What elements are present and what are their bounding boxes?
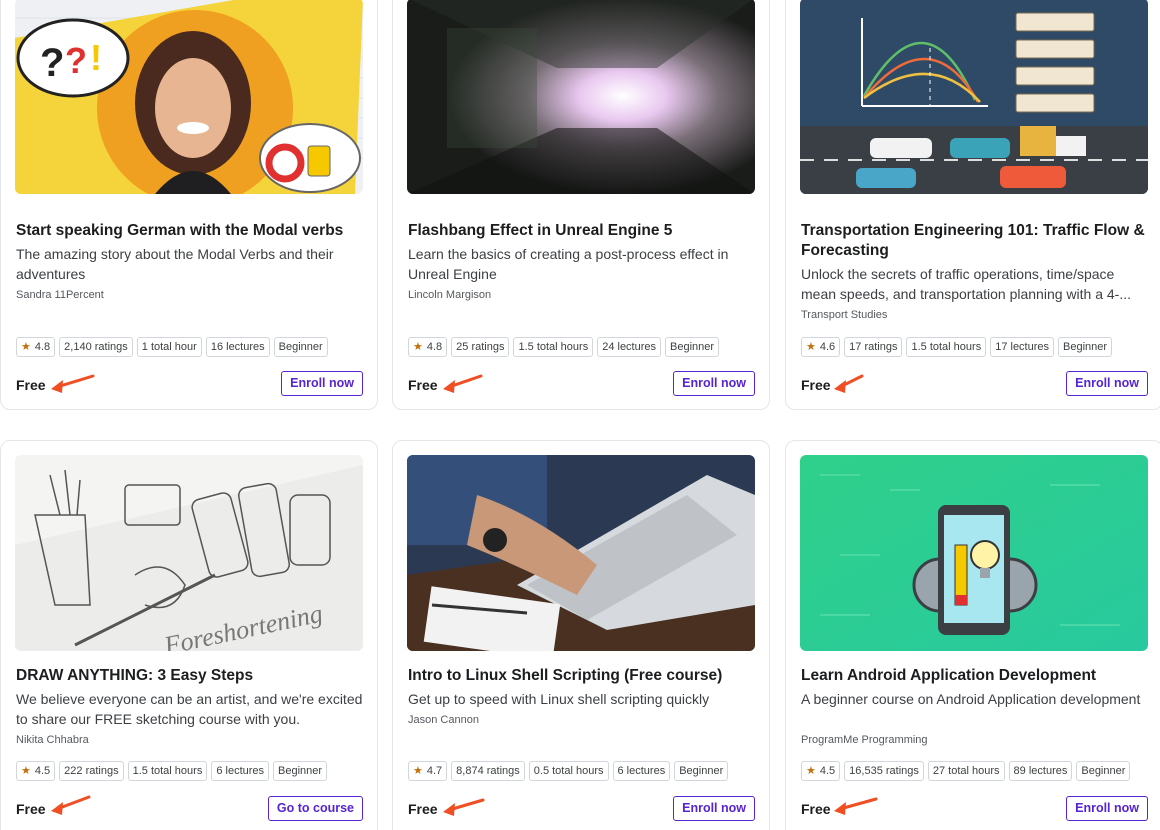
rating-value: 4.7 bbox=[426, 765, 443, 777]
course-card[interactable]: Foreshortening DRAW ANYTHING: 3 Easy Ste… bbox=[0, 440, 378, 830]
red-arrow-annotation-icon bbox=[834, 797, 878, 815]
level-badge: Beginner bbox=[1058, 337, 1113, 357]
course-price: Free bbox=[16, 377, 46, 393]
star-icon: ★ bbox=[806, 765, 816, 777]
red-arrow-annotation-icon bbox=[443, 374, 483, 393]
duration-badge: 27 total hours bbox=[927, 761, 1005, 781]
svg-text:!: ! bbox=[90, 37, 102, 78]
course-author: ProgramMe Programming bbox=[801, 734, 928, 746]
ratings-count-badge: 8,874 ratings bbox=[451, 761, 525, 781]
rating-value: 4.5 bbox=[819, 765, 836, 777]
star-icon: ★ bbox=[413, 341, 423, 353]
course-badges: ★ 4.8 2,140 ratings 1 total hour 16 lectu… bbox=[16, 337, 328, 357]
course-badges: ★ 4.5 222 ratings 1.5 total hours 6 lectu… bbox=[16, 761, 328, 781]
star-icon: ★ bbox=[413, 765, 423, 777]
course-thumbnail[interactable] bbox=[800, 0, 1148, 194]
course-price: Free bbox=[801, 377, 831, 393]
course-description: Get up to speed with Linux shell scripti… bbox=[408, 691, 710, 707]
course-badges: ★ 4.8 25 ratings 1.5 total hours 24 lectu… bbox=[408, 337, 720, 357]
rating-value: 4.5 bbox=[34, 765, 51, 777]
course-author: Nikita Chhabra bbox=[16, 734, 89, 746]
rating-badge: ★ 4.8 bbox=[16, 337, 56, 357]
ratings-count-badge: 16,535 ratings bbox=[844, 761, 924, 781]
course-price: Free bbox=[408, 801, 438, 817]
rating-badge: ★ 4.8 bbox=[408, 337, 448, 357]
enroll-button[interactable]: Enroll now bbox=[673, 371, 755, 396]
course-title[interactable]: Transportation Engineering 101: Traffic … bbox=[801, 221, 1151, 261]
level-badge: Beginner bbox=[273, 761, 328, 781]
svg-text:?: ? bbox=[65, 40, 87, 81]
course-title[interactable]: Intro to Linux Shell Scripting (Free cou… bbox=[408, 666, 758, 686]
lectures-badge: 6 lectures bbox=[612, 761, 671, 781]
ratings-count-badge: 25 ratings bbox=[451, 337, 510, 357]
course-thumbnail[interactable]: ? ? ! bbox=[15, 0, 363, 194]
course-badges: ★ 4.6 17 ratings 1.5 total hours 17 lectu… bbox=[801, 337, 1113, 357]
duration-badge: 1.5 total hours bbox=[906, 337, 987, 357]
red-arrow-annotation-icon bbox=[834, 374, 864, 393]
course-description: The amazing story about the Modal Verbs … bbox=[16, 246, 334, 282]
rating-badge: ★ 4.7 bbox=[408, 761, 448, 781]
course-description: Unlock the secrets of traffic operations… bbox=[801, 266, 1131, 302]
course-author: Transport Studies bbox=[801, 309, 888, 321]
enroll-button[interactable]: Enroll now bbox=[1066, 371, 1148, 396]
course-thumbnail[interactable] bbox=[800, 455, 1148, 651]
red-arrow-annotation-icon bbox=[51, 795, 91, 815]
rating-badge: ★ 4.6 bbox=[801, 337, 841, 357]
course-card[interactable]: Learn Android Application Development A … bbox=[785, 440, 1160, 830]
rating-value: 4.8 bbox=[34, 341, 51, 353]
course-badges: ★ 4.5 16,535 ratings 27 total hours 89 le… bbox=[801, 761, 1131, 781]
course-thumbnail[interactable] bbox=[407, 0, 755, 194]
course-thumbnail[interactable]: Foreshortening bbox=[15, 455, 363, 651]
ratings-count-badge: 17 ratings bbox=[844, 337, 903, 357]
course-price: Free bbox=[408, 377, 438, 393]
course-description: We believe everyone can be an artist, an… bbox=[16, 691, 363, 727]
course-price: Free bbox=[801, 801, 831, 817]
rating-badge: ★ 4.5 bbox=[801, 761, 841, 781]
red-arrow-annotation-icon bbox=[443, 798, 485, 816]
course-title[interactable]: Learn Android Application Development bbox=[801, 666, 1151, 686]
course-title[interactable]: Flashbang Effect in Unreal Engine 5 bbox=[408, 221, 758, 241]
course-description: A beginner course on Android Application… bbox=[801, 691, 1141, 707]
star-icon: ★ bbox=[806, 341, 816, 353]
course-description: Learn the basics of creating a post-proc… bbox=[408, 246, 729, 282]
course-price: Free bbox=[16, 801, 46, 817]
star-icon: ★ bbox=[21, 341, 31, 353]
lectures-badge: 16 lectures bbox=[205, 337, 270, 357]
lectures-badge: 24 lectures bbox=[597, 337, 662, 357]
level-badge: Beginner bbox=[674, 761, 729, 781]
course-title[interactable]: Start speaking German with the Modal ver… bbox=[16, 221, 366, 241]
ratings-count-badge: 222 ratings bbox=[59, 761, 124, 781]
go-to-course-button[interactable]: Go to course bbox=[267, 796, 363, 821]
rating-badge: ★ 4.5 bbox=[16, 761, 56, 781]
course-card[interactable]: Transportation Engineering 101: Traffic … bbox=[785, 0, 1160, 410]
course-author: Lincoln Margison bbox=[408, 289, 492, 301]
course-card[interactable]: Intro to Linux Shell Scripting (Free cou… bbox=[392, 440, 770, 830]
course-card[interactable]: Flashbang Effect in Unreal Engine 5 Lear… bbox=[392, 0, 770, 410]
course-badges: ★ 4.7 8,874 ratings 0.5 total hours 6 lec… bbox=[408, 761, 729, 781]
course-title[interactable]: DRAW ANYTHING: 3 Easy Steps bbox=[16, 666, 366, 686]
star-icon: ★ bbox=[21, 765, 31, 777]
duration-badge: 0.5 total hours bbox=[528, 761, 609, 781]
course-author: Sandra 11Percent bbox=[16, 289, 104, 301]
enroll-button[interactable]: Enroll now bbox=[1066, 796, 1148, 821]
level-badge: Beginner bbox=[273, 337, 328, 357]
lectures-badge: 17 lectures bbox=[990, 337, 1055, 357]
course-card[interactable]: ? ? ! Start speaking German with the Mod… bbox=[0, 0, 378, 410]
lectures-badge: 89 lectures bbox=[1008, 761, 1073, 781]
level-badge: Beginner bbox=[1076, 761, 1131, 781]
course-thumbnail[interactable] bbox=[407, 455, 755, 651]
rating-value: 4.8 bbox=[426, 341, 443, 353]
duration-badge: 1.5 total hours bbox=[127, 761, 208, 781]
red-arrow-annotation-icon bbox=[51, 374, 95, 393]
enroll-button[interactable]: Enroll now bbox=[673, 796, 755, 821]
lectures-badge: 6 lectures bbox=[211, 761, 270, 781]
duration-badge: 1 total hour bbox=[136, 337, 202, 357]
course-author: Jason Cannon bbox=[408, 714, 479, 726]
level-badge: Beginner bbox=[665, 337, 720, 357]
ratings-count-badge: 2,140 ratings bbox=[59, 337, 133, 357]
enroll-button[interactable]: Enroll now bbox=[281, 371, 363, 396]
svg-text:?: ? bbox=[40, 41, 64, 85]
duration-badge: 1.5 total hours bbox=[513, 337, 594, 357]
rating-value: 4.6 bbox=[819, 341, 836, 353]
